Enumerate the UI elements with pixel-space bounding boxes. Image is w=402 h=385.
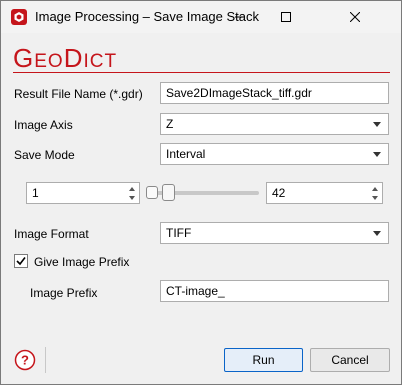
image-prefix-label: Image Prefix [30,286,98,300]
give-prefix-label[interactable]: Give Image Prefix [34,255,129,269]
arrow-down-icon [129,195,135,200]
image-prefix-input[interactable]: CT-image_ [160,280,389,302]
geodict-app-icon [11,9,27,25]
help-glyph: ? [21,353,29,368]
maximize-button[interactable] [263,1,309,33]
minimize-button[interactable] [217,1,263,33]
checkmark-icon [16,257,26,266]
save-mode-label: Save Mode [14,148,75,162]
minimize-icon [235,16,245,18]
image-axis-value: Z [166,117,174,131]
logo-divider [13,72,390,73]
chevron-down-icon [373,152,381,157]
image-format-select[interactable]: TIFF [160,222,389,244]
image-format-value: TIFF [166,226,192,240]
interval-end-value: 42 [272,186,286,200]
geodict-logo: GEODICT [13,43,118,73]
arrow-up-icon [372,186,378,191]
spin-down-arrow[interactable] [370,193,380,202]
title-bar[interactable]: Image Processing – Save Image Stack [1,1,401,33]
chevron-down-icon [373,231,381,236]
dialog-window: Image Processing – Save Image Stack GEOD… [0,0,402,385]
image-axis-select[interactable]: Z [160,113,389,135]
interval-start-spinbox[interactable]: 1 [26,182,140,204]
spin-up-arrow[interactable] [370,184,380,193]
save-mode-value: Interval [166,147,206,161]
give-prefix-checkbox[interactable] [14,254,28,268]
result-file-label: Result File Name (*.gdr) [14,87,143,101]
image-axis-label: Image Axis [14,118,73,132]
cancel-button[interactable]: Cancel [310,348,390,372]
close-button[interactable] [309,1,401,33]
help-icon[interactable]: ? [14,349,36,371]
arrow-up-icon [129,186,135,191]
interval-slider-handle[interactable] [162,184,175,201]
result-file-input[interactable]: Save2DImageStack_tiff.gdr [160,82,389,104]
footer-divider [45,347,46,373]
run-button[interactable]: Run [224,348,303,372]
chevron-down-icon [373,122,381,127]
interval-slider-min-handle[interactable] [146,186,158,199]
spin-down-arrow[interactable] [127,193,137,202]
save-mode-select[interactable]: Interval [160,143,389,165]
spin-up-arrow[interactable] [127,184,137,193]
arrow-down-icon [372,195,378,200]
image-format-label: Image Format [14,227,89,241]
maximize-icon [281,12,291,22]
interval-start-value: 1 [32,186,39,200]
close-icon [350,12,360,22]
interval-end-spinbox[interactable]: 42 [266,182,383,204]
